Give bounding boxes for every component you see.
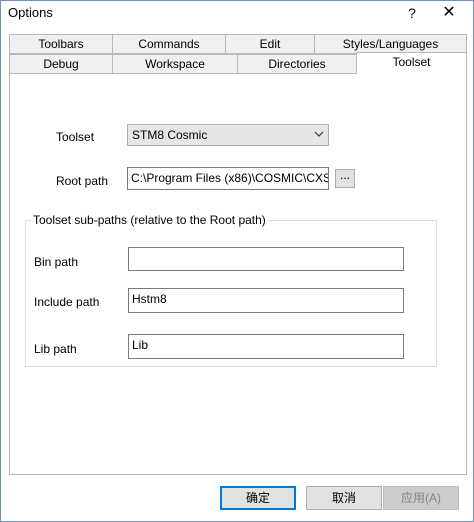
title-bar: Options ? ✕ [1,1,473,25]
include-path-field[interactable]: Hstm8 [128,288,404,313]
toolset-select[interactable]: STM8 Cosmic [127,124,329,146]
tab-edit[interactable]: Edit [225,34,315,54]
bin-path-label: Bin path [34,255,79,269]
cancel-button[interactable]: 取消 [306,486,382,510]
tab-toolset[interactable]: Toolset [356,52,467,74]
tab-toolbars[interactable]: Toolbars [9,34,113,54]
close-button[interactable]: ✕ [431,1,467,25]
bin-path-field[interactable] [128,247,404,271]
tab-workspace[interactable]: Workspace [112,54,238,74]
root-path-field[interactable]: C:\Program Files (x86)\COSMIC\CXST [127,167,329,190]
sub-paths-group-title: Toolset sub-paths (relative to the Root … [31,213,268,227]
apply-button: 应用(A) [383,486,459,510]
tab-directories[interactable]: Directories [237,54,357,74]
toolset-label: Toolset [56,130,95,144]
options-dialog: Options ? ✕ Toolbars Commands Edit Style… [0,0,474,522]
tab-debug[interactable]: Debug [9,54,113,74]
tab-commands[interactable]: Commands [112,34,226,54]
lib-path-field[interactable]: Lib [128,334,404,359]
lib-path-label: Lib path [34,342,77,356]
toolset-select-value: STM8 Cosmic [132,128,208,142]
root-path-label: Root path [56,174,109,188]
ok-button[interactable]: 确定 [220,486,296,510]
help-button[interactable]: ? [398,1,426,25]
tab-styles-languages[interactable]: Styles/Languages [314,34,467,54]
chevron-down-icon [314,131,324,137]
browse-button[interactable]: ... [335,169,355,188]
window-title: Options [8,5,53,20]
include-path-label: Include path [34,295,100,309]
